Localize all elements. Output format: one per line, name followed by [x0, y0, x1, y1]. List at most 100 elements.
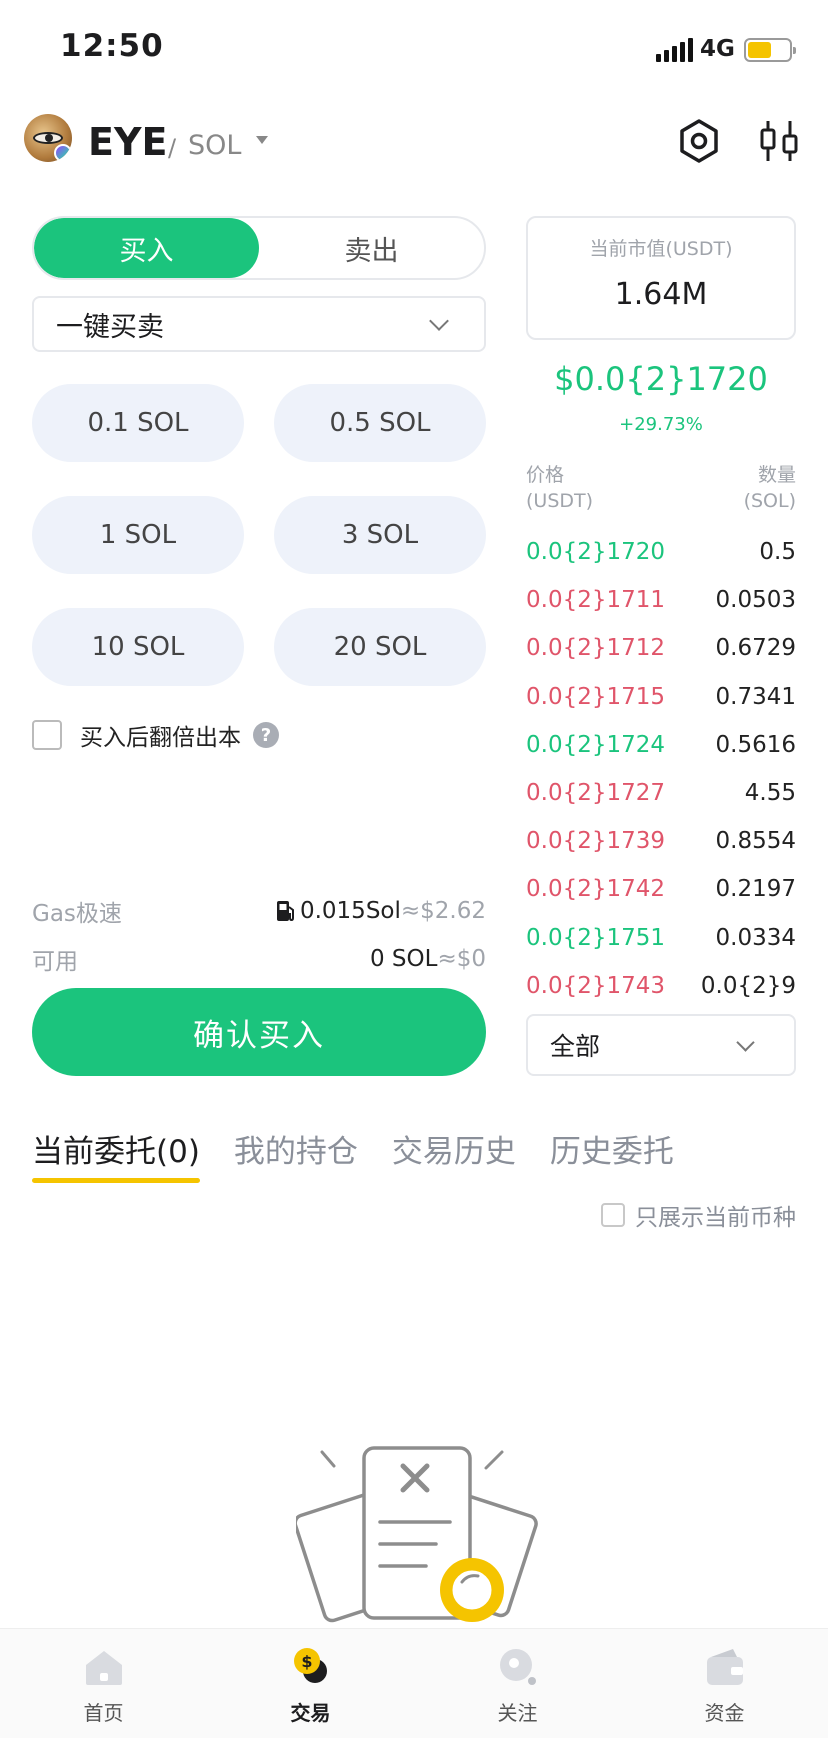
amount-presets: 0.1 SOL 0.5 SOL 1 SOL 3 SOL 10 SOL 20 SO…	[32, 384, 486, 686]
double-out-checkbox[interactable]	[32, 720, 62, 750]
token-avatar	[24, 114, 72, 162]
trade-price: 0.0{2}1712	[526, 635, 666, 662]
pair-separator: /	[168, 134, 177, 162]
trade-qty: 4.55	[744, 780, 796, 807]
nav-wallet[interactable]: 资金	[621, 1629, 828, 1738]
empty-orders-illustration	[296, 1446, 538, 1623]
trade-row: 0.0{2}1711 0.0503	[526, 576, 796, 624]
network-type: 4G	[700, 36, 735, 62]
trade-price: 0.0{2}1715	[526, 683, 666, 710]
trade-qty: 0.0{2}9	[700, 972, 796, 999]
status-bar: 12:50 4G	[0, 0, 828, 100]
trade-qty: 0.0503	[715, 587, 796, 614]
tab-open-orders[interactable]: 当前委托(0)	[32, 1126, 200, 1183]
nav-trade-label: 交易	[290, 1701, 331, 1725]
trades-list: 0.0{2}1720 0.5 0.0{2}1711 0.0503 0.0{2}171…	[526, 528, 796, 1010]
market-cap-value: 1.64M	[614, 277, 708, 312]
trade-price: 0.0{2}1720	[526, 539, 666, 566]
trade-qty: 0.0334	[715, 924, 796, 951]
amount-button-3[interactable]: 3 SOL	[274, 496, 486, 574]
trade-row: 0.0{2}1715 0.7341	[526, 673, 796, 721]
current-price: $0.0{2}1720	[554, 360, 768, 398]
available-label: 可用	[32, 949, 78, 975]
bottom-navigation: 首页 $ 交易 关注 资金	[0, 1628, 828, 1738]
trade-row: 0.0{2}1727 4.55	[526, 769, 796, 817]
tab-my-positions[interactable]: 我的持仓	[234, 1126, 358, 1183]
trade-price: 0.0{2}1742	[526, 876, 666, 903]
trade-row: 0.0{2}1743 0.0{2}9	[526, 962, 796, 1010]
home-icon	[85, 1651, 122, 1685]
available-usd: ≈$0	[437, 946, 486, 972]
solana-chain-icon	[54, 144, 72, 162]
trade-price: 0.0{2}1727	[526, 780, 666, 807]
trades-filter-value: 全部	[550, 1032, 601, 1061]
show-current-token-option[interactable]: 只展示当前币种	[601, 1198, 796, 1232]
trade-row: 0.0{2}1751 0.0334	[526, 914, 796, 962]
trade-price: 0.0{2}1743	[526, 972, 666, 999]
amount-button-10[interactable]: 10 SOL	[32, 608, 244, 686]
nav-trade[interactable]: $ 交易	[207, 1629, 414, 1738]
settings-icon[interactable]	[676, 118, 722, 164]
qty-column-header: 数量 (SOL)	[743, 464, 796, 512]
trades-filter-select[interactable]: 全部	[526, 1014, 796, 1076]
pair-base-token[interactable]: EYE	[88, 120, 167, 164]
trade-side-tabs: 买入 卖出	[32, 216, 486, 280]
trade-qty: 0.2197	[715, 876, 796, 903]
trade-row: 0.0{2}1742 0.2197	[526, 865, 796, 913]
trade-price: 0.0{2}1711	[526, 587, 666, 614]
trade-mode-value: 一键买卖	[56, 311, 164, 343]
gas-label[interactable]: Gas极速	[32, 894, 122, 928]
trade-row: 0.0{2}1720 0.5	[526, 528, 796, 576]
show-current-checkbox[interactable]	[601, 1203, 625, 1227]
pair-dropdown-icon[interactable]	[256, 136, 268, 144]
trades-header: 价格 (USDT) 数量 (SOL)	[526, 462, 796, 514]
tab-trade-history[interactable]: 交易历史	[392, 1126, 516, 1183]
trade-qty: 0.5616	[715, 731, 796, 758]
market-cap-card: 当前市值(USDT) 1.64M	[526, 216, 796, 340]
svg-text:$: $	[301, 1652, 312, 1671]
amount-button-20[interactable]: 20 SOL	[274, 608, 486, 686]
available-amount: 0 SOL	[369, 946, 438, 972]
double-out-option: 买入后翻倍出本 ?	[32, 718, 279, 752]
trade-price: 0.0{2}1724	[526, 731, 666, 758]
trade-price: 0.0{2}1739	[526, 828, 666, 855]
trade-mode-select[interactable]: 一键买卖	[32, 296, 486, 352]
available-row: 可用 0 SOL ≈$0	[32, 942, 486, 976]
confirm-buy-button[interactable]: 确认买入	[32, 988, 486, 1076]
tab-buy[interactable]: 买入	[34, 218, 259, 278]
battery-icon	[744, 38, 796, 62]
amount-button-1[interactable]: 1 SOL	[32, 496, 244, 574]
market-cap-label: 当前市值(USDT)	[589, 238, 733, 260]
trade-row: 0.0{2}1739 0.8554	[526, 817, 796, 865]
pair-quote-token[interactable]: SOL	[188, 130, 241, 161]
wallet-icon	[706, 1649, 743, 1685]
trade-qty: 0.6729	[715, 635, 796, 662]
price-column-header: 价格 (USDT)	[526, 464, 594, 512]
trade-row: 0.0{2}1724 0.5616	[526, 721, 796, 769]
nav-home[interactable]: 首页	[0, 1629, 207, 1738]
gas-value[interactable]: 0.015Sol ≈$2.62	[276, 898, 486, 924]
double-out-label: 买入后翻倍出本	[80, 725, 241, 751]
gas-row: Gas极速 0.015Sol ≈$2.62	[32, 894, 486, 928]
trade-price: 0.0{2}1751	[526, 924, 666, 951]
available-value: 0 SOL ≈$0	[370, 946, 486, 972]
tab-order-history[interactable]: 历史委托	[550, 1126, 674, 1183]
chart-icon[interactable]	[756, 118, 802, 164]
amount-button-0-5[interactable]: 0.5 SOL	[274, 384, 486, 462]
nav-follow[interactable]: 关注	[414, 1629, 621, 1738]
tab-sell[interactable]: 卖出	[259, 218, 484, 278]
nav-wallet-label: 资金	[704, 1701, 745, 1725]
price-change: +29.73%	[619, 414, 703, 435]
nav-follow-label: 关注	[497, 1701, 538, 1725]
trade-qty: 0.5	[759, 539, 796, 566]
trade-qty: 0.8554	[715, 828, 796, 855]
chevron-down-icon	[429, 311, 449, 331]
help-icon[interactable]: ?	[253, 722, 279, 748]
pair-header: EYE / SOL	[0, 100, 828, 190]
orders-tabs: 当前委托(0) 我的持仓 交易历史 历史委托	[32, 1126, 812, 1183]
show-current-label: 只展示当前币种	[635, 1205, 796, 1231]
trade-icon: $	[293, 1648, 327, 1683]
trade-qty: 0.7341	[715, 683, 796, 710]
status-time: 12:50	[60, 28, 164, 64]
amount-button-0-1[interactable]: 0.1 SOL	[32, 384, 244, 462]
